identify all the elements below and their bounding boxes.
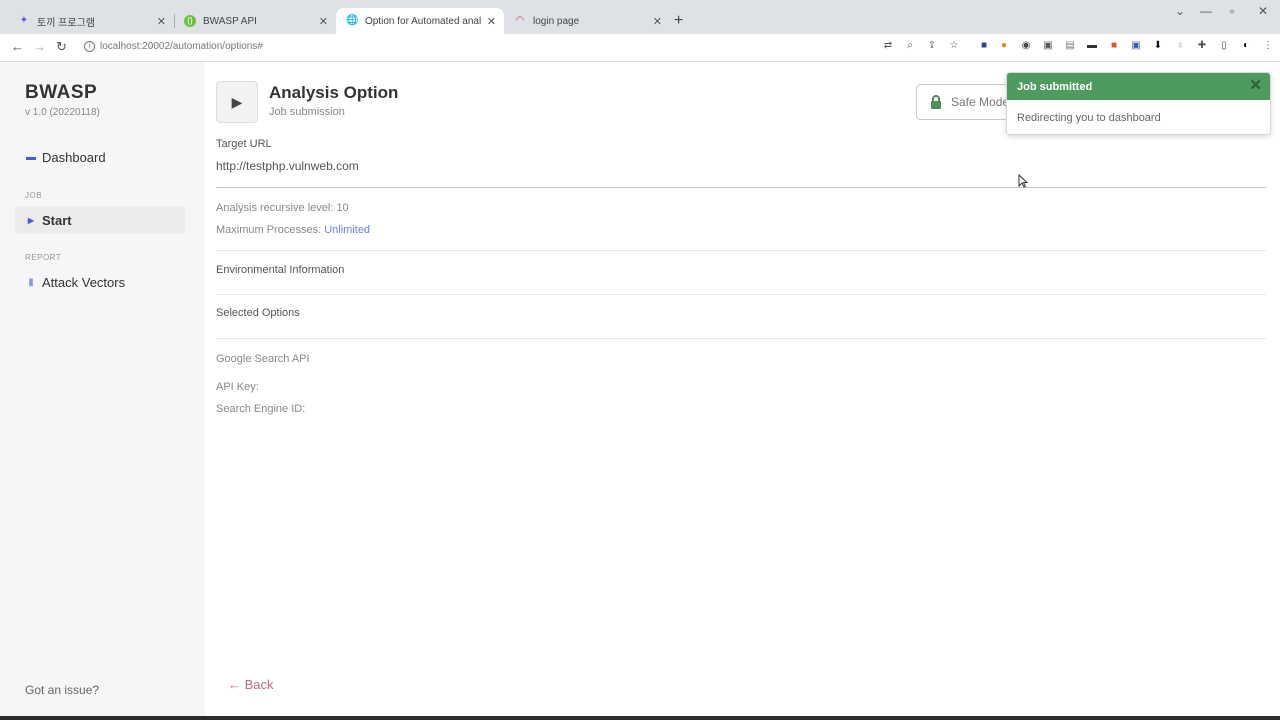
recursive-level-row: Analysis recursive level: 10 xyxy=(216,202,349,214)
dashboard-icon: ▬ xyxy=(26,151,36,163)
page-subtitle: Job submission xyxy=(269,106,345,118)
close-icon[interactable]: ✕ xyxy=(487,15,496,28)
version-label: v 1.0 (20220118) xyxy=(25,107,100,118)
extension-icon[interactable]: ▬ xyxy=(1086,40,1098,52)
close-icon[interactable]: ✕ xyxy=(157,15,166,28)
app-sidebar: BWASP v 1.0 (20220118) ▬ Dashboard JOB ▶… xyxy=(0,62,205,716)
max-processes-label: Maximum Processes: xyxy=(216,224,322,236)
toast-message: Redirecting you to dashboard xyxy=(1017,112,1161,124)
browser-tab-bar: ✦ 토끼 프로그램 ✕ {} BWASP API ✕ 🌐 Option for … xyxy=(0,0,1280,34)
play-icon: ▶ xyxy=(231,93,243,110)
close-icon[interactable]: ✕ xyxy=(1249,77,1262,95)
toast-header: Job submitted ✕ xyxy=(1007,73,1270,100)
extension-icon[interactable]: ● xyxy=(998,40,1010,52)
back-arrow-icon[interactable]: ← xyxy=(11,39,24,55)
extension-icon[interactable]: ■ xyxy=(978,40,990,52)
maximize-icon[interactable]: ▫ xyxy=(1230,4,1234,18)
puzzle-icon[interactable]: ✚ xyxy=(1196,40,1208,52)
extension-icon[interactable]: ▣ xyxy=(1130,40,1142,52)
new-tab-icon[interactable]: + xyxy=(674,11,683,31)
divider xyxy=(216,250,1266,251)
toast-title: Job submitted xyxy=(1017,80,1093,93)
lock-icon xyxy=(931,95,941,109)
target-url-input[interactable]: http://testphp.vulnweb.com xyxy=(216,159,359,173)
sidebar-item-dashboard[interactable]: ▬ Dashboard xyxy=(15,143,185,171)
divider xyxy=(216,338,1266,339)
bookmark-star-icon[interactable]: ☆ xyxy=(948,40,960,52)
environmental-info-heading[interactable]: Environmental Information xyxy=(216,264,344,276)
issue-link[interactable]: Got an issue? xyxy=(25,683,99,697)
chevron-down-icon[interactable]: ⌄ xyxy=(1175,4,1185,18)
target-url-label: Target URL xyxy=(216,138,272,150)
extension-icon[interactable]: ▣ xyxy=(1042,40,1054,52)
page-title: Analysis Option xyxy=(269,83,399,102)
minimize-icon[interactable]: — xyxy=(1200,4,1212,18)
document-icon: ▮ xyxy=(28,276,34,288)
tab-label: BWASP API xyxy=(203,15,257,27)
section-label-job: JOB xyxy=(25,191,43,200)
tab-label: login page xyxy=(533,15,580,27)
safe-mode-label: Safe Mode xyxy=(951,95,1010,109)
tab-label: Option for Automated analysis xyxy=(365,15,481,27)
browser-tab-2[interactable]: {} BWASP API ✕ xyxy=(174,8,336,34)
sidebar-item-label: Start xyxy=(42,212,72,228)
close-icon[interactable]: ✕ xyxy=(653,15,662,28)
browser-address-bar: ← → ↻ i localhost:20002/automation/optio… xyxy=(0,34,1280,62)
translate-icon[interactable]: ⇄ xyxy=(882,40,894,52)
share-icon[interactable]: ⇪ xyxy=(926,40,938,52)
section-label-report: REPORT xyxy=(25,253,62,262)
info-icon[interactable]: i xyxy=(84,41,95,52)
shield-icon[interactable]: ◉ xyxy=(1020,40,1032,52)
sidebar-item-attack-vectors[interactable]: ▮ Attack Vectors xyxy=(15,268,185,296)
toast-notification: Job submitted ✕ Redirecting you to dashb… xyxy=(1006,72,1271,135)
sidebar-item-label: Dashboard xyxy=(42,149,106,165)
page-icon: ◠ xyxy=(515,15,525,26)
recursive-level-value: 10 xyxy=(336,202,349,214)
browser-tab-3-active[interactable]: 🌐 Option for Automated analysis ✕ xyxy=(336,8,504,34)
zoom-icon[interactable]: ⌕ xyxy=(904,40,916,52)
close-icon[interactable]: ✕ xyxy=(319,15,328,28)
sidebar-item-start[interactable]: ▶ Start xyxy=(15,206,185,234)
recursive-level-label: Analysis recursive level: xyxy=(216,202,334,214)
download-icon[interactable]: ⬇ xyxy=(1152,40,1164,52)
browser-tab-1[interactable]: ✦ 토끼 프로그램 ✕ xyxy=(8,8,174,34)
run-analysis-button[interactable]: ▶ xyxy=(216,81,258,123)
sidepanel-icon[interactable]: ▯ xyxy=(1218,40,1230,52)
tab-label: 토끼 프로그램 xyxy=(37,17,95,29)
extension-icon[interactable]: ♁ xyxy=(1174,40,1186,52)
play-icon: ▶ xyxy=(27,215,35,225)
browser-tab-4[interactable]: ◠ login page ✕ xyxy=(504,8,670,34)
forward-arrow-icon[interactable]: → xyxy=(33,39,46,55)
url-input[interactable]: localhost:20002/automation/options# xyxy=(100,41,263,52)
main-content: ▶ Analysis Option Job submission Safe Mo… xyxy=(205,62,1280,716)
window-close-icon[interactable]: ✕ xyxy=(1258,4,1268,18)
puzzle-icon: ✦ xyxy=(19,15,29,26)
taskbar-edge xyxy=(0,716,1280,720)
extension-icon[interactable]: ■ xyxy=(1108,40,1120,52)
divider xyxy=(216,294,1266,295)
reload-icon[interactable]: ↻ xyxy=(56,39,67,55)
globe-icon: 🌐 xyxy=(346,15,359,26)
google-search-api-heading: Google Search API xyxy=(216,353,310,365)
menu-dots-icon[interactable]: ⋮ xyxy=(1262,40,1274,52)
brand-logo: BWASP xyxy=(25,82,98,103)
mouse-cursor-icon xyxy=(1018,173,1029,193)
divider xyxy=(216,187,1266,188)
avatar[interactable]: ◐ xyxy=(1240,40,1252,52)
search-engine-id-label: Search Engine ID: xyxy=(216,403,306,415)
sidebar-item-label: Attack Vectors xyxy=(42,274,126,290)
back-link[interactable]: ← Back xyxy=(228,677,274,692)
extension-icon[interactable]: ▤ xyxy=(1064,40,1076,52)
selected-options-heading[interactable]: Selected Options xyxy=(216,307,300,319)
api-icon: {} xyxy=(184,15,196,27)
max-processes-value[interactable]: Unlimited xyxy=(324,224,370,236)
max-processes-row: Maximum Processes: Unlimited xyxy=(216,224,370,236)
api-key-label: API Key: xyxy=(216,381,259,393)
